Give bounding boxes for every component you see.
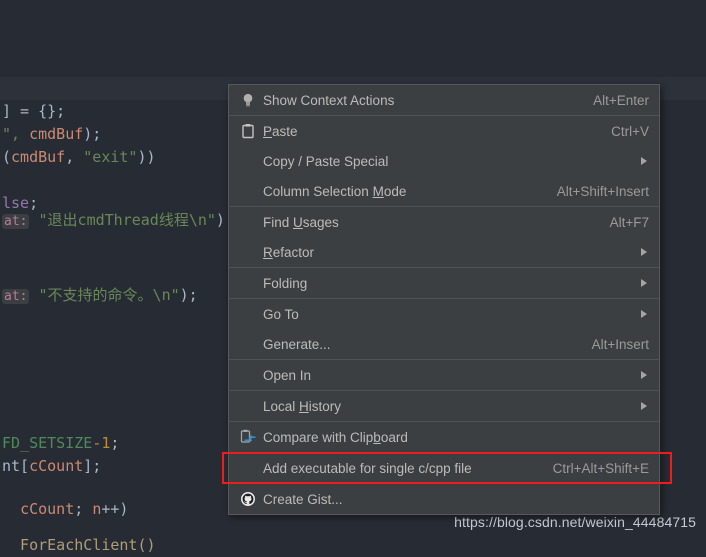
no-icon: [237, 181, 259, 201]
submenu-arrow-icon: [641, 310, 647, 318]
code-token: "退出cmdThread线程\n": [29, 211, 216, 229]
menu-item-shortcut: Alt+F7: [609, 214, 649, 230]
no-icon: [237, 396, 259, 416]
menu-item-copy-paste-special[interactable]: Copy / Paste Special: [229, 146, 659, 176]
code-token: "不支持的命令。\n": [29, 286, 180, 304]
code-token: );: [83, 125, 102, 143]
github-icon: [237, 489, 259, 509]
menu-item-label: Column Selection Mode: [263, 183, 407, 199]
code-token: "exit": [83, 148, 138, 166]
no-icon: [237, 242, 259, 262]
code-token: );: [179, 286, 198, 304]
code-token: (: [2, 148, 12, 166]
lightbulb-icon: [237, 90, 259, 110]
menu-item-label: Generate...: [263, 336, 331, 352]
menu-item-open-in[interactable]: Open In: [229, 360, 659, 390]
no-icon: [237, 334, 259, 354]
code-token: )): [137, 148, 156, 166]
menu-item-label: Open In: [263, 367, 312, 383]
menu-item-label: Copy / Paste Special: [263, 153, 389, 169]
watermark-url: https://blog.csdn.net/weixin_44484715: [454, 514, 696, 530]
menu-item-label: Folding: [263, 275, 308, 291]
parameter-hint: at:: [2, 214, 30, 229]
code-token: nt[: [2, 457, 30, 475]
menu-item-label: Go To: [263, 306, 299, 322]
code-token: ,: [65, 148, 84, 166]
no-icon: [237, 273, 259, 293]
code-token: cmdBuf: [29, 125, 84, 143]
no-icon: [237, 212, 259, 232]
no-icon: [237, 458, 259, 478]
code-token: cCount: [20, 500, 75, 518]
menu-item-refactor[interactable]: Refactor: [229, 237, 659, 267]
menu-item-generate[interactable]: Generate... Alt+Insert: [229, 329, 659, 359]
menu-item-folding[interactable]: Folding: [229, 268, 659, 298]
menu-item-local-history[interactable]: Local History: [229, 391, 659, 421]
code-line: ForEachClient(): [0, 534, 706, 557]
menu-item-paste[interactable]: Paste Ctrl+V: [229, 116, 659, 146]
menu-item-label: Paste: [263, 123, 298, 139]
parameter-hint: at:: [2, 289, 30, 304]
menu-item-compare-with-clipboard[interactable]: Compare with Clipboard: [229, 422, 659, 452]
no-icon: [237, 304, 259, 324]
submenu-arrow-icon: [641, 402, 647, 410]
code-token: FD_SETSIZE: [2, 434, 93, 452]
menu-item-label: Show Context Actions: [263, 92, 395, 108]
submenu-arrow-icon: [641, 371, 647, 379]
menu-item-show-context-actions[interactable]: Show Context Actions Alt+Enter: [229, 85, 659, 115]
code-token: cmdBuf: [11, 148, 66, 166]
code-token: ForEachClient(): [2, 536, 156, 554]
code-token: ] = {};: [2, 102, 66, 120]
menu-item-add-executable-for-single-c-cpp-file[interactable]: Add executable for single c/cpp file Ctrl…: [229, 453, 659, 483]
menu-item-label: Find Usages: [263, 214, 339, 230]
no-icon: [237, 365, 259, 385]
code-token: ",: [2, 125, 30, 143]
code-token: ;: [74, 500, 93, 518]
menu-item-label: Local History: [263, 398, 342, 414]
no-icon: [237, 151, 259, 171]
code-token: ): [215, 211, 225, 229]
clipboard-icon: [237, 121, 259, 141]
menu-item-column-selection-mode[interactable]: Column Selection Mode Alt+Shift+Insert: [229, 176, 659, 206]
code-token: ;: [110, 434, 120, 452]
menu-item-label: Create Gist...: [263, 491, 343, 507]
submenu-arrow-icon: [641, 279, 647, 287]
code-token: ];: [83, 457, 102, 475]
code-token: cCount: [29, 457, 84, 475]
menu-item-go-to[interactable]: Go To: [229, 299, 659, 329]
menu-item-shortcut: Ctrl+Alt+Shift+E: [552, 460, 649, 476]
menu-item-shortcut: Alt+Shift+Insert: [556, 183, 649, 199]
menu-item-shortcut: Alt+Enter: [593, 92, 649, 108]
code-token: ++): [101, 500, 129, 518]
editor-context-menu[interactable]: Show Context Actions Alt+Enter Paste Ctrl+V…: [228, 84, 660, 515]
compare-clipboard-icon: [237, 427, 259, 447]
menu-item-create-gist[interactable]: Create Gist...: [229, 484, 659, 514]
submenu-arrow-icon: [641, 157, 647, 165]
code-token: -1: [92, 434, 111, 452]
menu-item-shortcut: Alt+Insert: [591, 336, 649, 352]
menu-item-label: Add executable for single c/cpp file: [263, 460, 472, 476]
menu-item-shortcut: Ctrl+V: [611, 123, 649, 139]
menu-item-label: Compare with Clipboard: [263, 429, 408, 445]
submenu-arrow-icon: [641, 248, 647, 256]
menu-item-label: Refactor: [263, 244, 315, 260]
code-token: n: [92, 500, 102, 518]
menu-item-find-usages[interactable]: Find Usages Alt+F7: [229, 207, 659, 237]
